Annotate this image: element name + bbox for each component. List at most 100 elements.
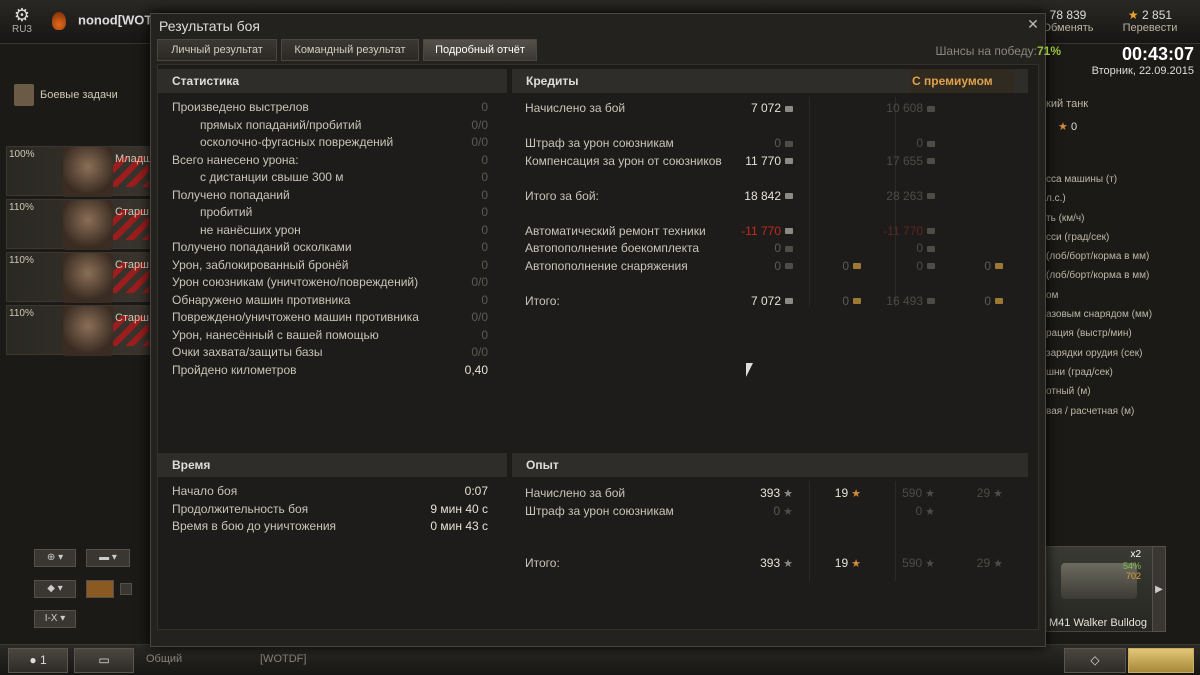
service-button[interactable]: ◇ [1064, 648, 1126, 673]
close-icon[interactable]: ✕ [1025, 16, 1041, 32]
xp-star-icon: ★ [783, 558, 793, 570]
gear-icon: ⚙ [13, 5, 31, 25]
server-label: RU3 [11, 24, 32, 35]
crew-portrait [63, 200, 113, 250]
dialog-title: Результаты боя [159, 18, 261, 34]
nation-filter[interactable]: ⊕ ▾ [34, 549, 76, 567]
credits-icon [927, 193, 935, 200]
gold-icon [853, 298, 861, 305]
xp-star-icon: ★ [925, 505, 935, 518]
clock-date: Вторник, 22.09.2015 [1091, 65, 1194, 77]
gold-block[interactable]: ★ 2 851 Перевести [1110, 8, 1190, 34]
crew-portrait [63, 306, 113, 356]
stat-row: Очки захвата/защиты базы 0/0 [172, 345, 488, 359]
win-chance: Шансы на победу: 71% [935, 44, 1062, 58]
crew-portrait [63, 147, 113, 197]
clan-channel-field[interactable]: [WOTDF] [260, 653, 306, 665]
credits-icon [785, 105, 793, 112]
role-filter[interactable]: ◆ ▾ [34, 580, 76, 598]
credits-icon [927, 105, 935, 112]
battle-quests-button[interactable]: Боевые задачи [14, 82, 152, 108]
tab-personal[interactable]: Личный результат [157, 39, 277, 61]
tab-detailed[interactable]: Подробный отчёт [423, 39, 537, 61]
credits-icon [927, 298, 935, 305]
server-menu-button[interactable]: ⚙ RU3 [6, 6, 38, 35]
tank-type-label: кий танк [1046, 98, 1089, 110]
crew-member[interactable]: 110% Старш [6, 252, 152, 303]
battle-results-dialog: Результаты боя ✕ Личный результат Команд… [150, 13, 1062, 647]
credits-icon [785, 228, 793, 235]
credits-icon [785, 263, 793, 270]
free-xp-star-icon: ★ [993, 488, 1003, 500]
crew-member[interactable]: 100% Младш [6, 146, 152, 197]
diamond-icon: ◇ [1090, 653, 1100, 667]
diamond-icon: ◆ ▾ [47, 583, 63, 594]
tank-carousel-card[interactable]: x2 54% 702 M41 Walker Bulldog [1046, 546, 1156, 632]
type-filter[interactable]: ▬ ▾ [86, 549, 130, 567]
credits-icon [927, 228, 935, 235]
credits-block[interactable]: 78 839 Обменять [1038, 8, 1098, 34]
stat-row: Получено попаданий 0 [172, 187, 488, 202]
gold-icon [853, 263, 861, 270]
clan-emblem-icon [52, 12, 66, 30]
stat-row: Урон, заблокированный бронёй 0 [172, 257, 488, 272]
credit-row: Компенсация за урон от союзников 11 770 17… [525, 153, 1015, 171]
stats-header: Статистика [158, 69, 507, 93]
quests-icon [14, 84, 34, 107]
stat-row: Произведено выстрелов 0 [172, 100, 488, 114]
credits-icon [785, 140, 793, 147]
stat-row: не нанёсших урон 0 [200, 222, 488, 237]
crew-member[interactable]: 110% Старш [6, 305, 152, 356]
clock-time: 00:43:07 [1121, 44, 1194, 64]
tank-stars: ★ 0 [1058, 121, 1078, 133]
battle-button[interactable] [1128, 648, 1194, 673]
time-row: Продолжительность боя 9 мин 40 с [172, 501, 488, 516]
stat-row: Урон, нанесённый с вашей помощью 0 [172, 327, 488, 342]
carousel-next-button[interactable]: ▶ [1152, 546, 1166, 632]
gold-value: 2 851 [1142, 8, 1173, 22]
time-header: Время [158, 453, 507, 477]
credits-icon [785, 158, 793, 165]
xp-row: Итого: 393 ★ 19 ★ 590 ★ 29 ★ [525, 556, 1003, 570]
platoon-button[interactable]: ● 1 [8, 648, 68, 673]
xp-star-icon: ★ [925, 488, 935, 500]
crew-member[interactable]: 110% Старш [6, 199, 152, 250]
credit-row: Автопополнение снаряжения 0 0 0 0 [525, 258, 1015, 276]
time-row: Время в бою до уничтожения 0 мин 43 с [172, 519, 488, 533]
credits-icon [785, 245, 793, 252]
xp-star-icon: ★ [783, 505, 793, 518]
detailed-report: Статистика Кредиты С премиумом Время Опыт… [157, 64, 1039, 630]
tab-team[interactable]: Командный результат [281, 39, 419, 61]
credits-header: Кредиты С премиумом [512, 69, 1028, 93]
exchange-link[interactable]: Обменять [1038, 22, 1098, 34]
win-chance-value: 71% [1037, 44, 1062, 58]
tank-params-list: сса машины (т) л.с.) ть (км/ч) сси (град… [1046, 174, 1153, 417]
globe-icon: ⊕ ▾ [46, 552, 64, 563]
tank-winrate: 54% [1122, 561, 1141, 571]
credit-row: Автоматический ремонт техники -11 770 -11 … [525, 223, 1015, 241]
credits-icon [785, 298, 793, 305]
experience-header: Опыт [512, 453, 1028, 477]
filter-checkbox[interactable] [120, 583, 132, 595]
star-icon: ★ [1058, 121, 1068, 133]
xp-star-icon: ★ [783, 488, 793, 500]
clock: 00:43:07 Вторник, 22.09.2015 [1092, 44, 1194, 77]
mouse-cursor [746, 363, 753, 377]
gold-star-icon: ★ [1127, 8, 1139, 22]
credit-row: Штраф за урон союзникам 0 0 [525, 135, 1015, 153]
credits-icon [927, 245, 935, 252]
stat-row: прямых попаданий/пробитий 0/0 [200, 117, 488, 132]
credits-icon [927, 140, 935, 147]
xp-row: Штраф за урон союзникам 0 ★ 0 ★ [525, 503, 935, 518]
credits-icon [927, 158, 935, 165]
stat-row: Повреждено/уничтожено машин противника 0/… [172, 310, 488, 324]
camo-filter[interactable] [86, 580, 114, 598]
tier-filter[interactable]: I-X ▾ [34, 610, 76, 628]
credits-icon [927, 263, 935, 270]
player-name[interactable]: nonod[WOTD [52, 12, 162, 30]
chat-channel-field[interactable]: Общий [146, 653, 182, 665]
stat-row: Пройдено километров 0,40 [172, 362, 488, 377]
stat-row: с дистанции свыше 300 м0 [200, 170, 488, 184]
transfer-link[interactable]: Перевести [1110, 22, 1190, 34]
chat-button[interactable]: ▭ [74, 648, 134, 673]
